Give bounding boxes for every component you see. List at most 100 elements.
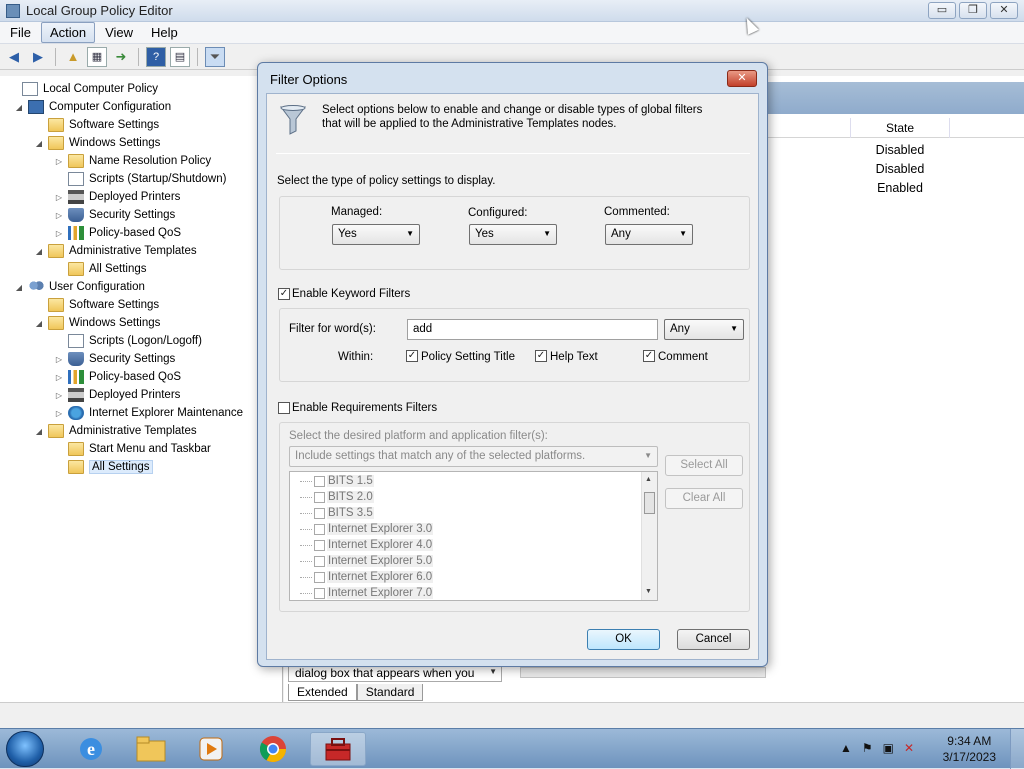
ok-button[interactable]: OK [587, 629, 660, 650]
list-item[interactable]: Internet Explorer 6.0 [300, 569, 434, 585]
collapsed-arrow-icon[interactable]: ▷ [54, 229, 64, 238]
platform-match-select[interactable]: Include settings that match any of the s… [289, 446, 658, 467]
tree-node[interactable]: Scripts (Logon/Logoff) [54, 332, 202, 350]
clear-all-button[interactable]: Clear All [665, 488, 743, 509]
show-hidden-icons-icon[interactable]: ▲ [840, 741, 852, 755]
tree-node[interactable]: ◢ Computer Configuration [14, 98, 171, 116]
filter-words-input[interactable]: add [407, 319, 658, 340]
collapsed-arrow-icon[interactable]: ▷ [54, 355, 64, 364]
start-button[interactable] [6, 731, 44, 767]
collapsed-arrow-icon[interactable]: ▷ [54, 157, 64, 166]
platform-checkbox[interactable] [314, 539, 325, 551]
list-scrollbar[interactable]: ▲ ▼ [641, 472, 657, 600]
tree-node[interactable]: ▷ Security Settings [54, 206, 175, 224]
platform-checkbox[interactable] [314, 555, 325, 567]
managed-select[interactable]: Yes ▼ [332, 224, 420, 245]
properties-icon[interactable]: ▤ [170, 46, 190, 67]
help-text-checkbox[interactable]: ✓ [535, 350, 547, 362]
tree-node[interactable]: ▷ Security Settings [54, 350, 175, 368]
tree-node[interactable]: ◢ Administrative Templates [34, 422, 197, 440]
select-all-button[interactable]: Select All [665, 455, 743, 476]
tree-node[interactable]: All Settings [54, 458, 153, 476]
tree-node[interactable]: ▷ Deployed Printers [54, 386, 180, 404]
state-column-header[interactable]: State [850, 118, 950, 138]
dialog-close-button[interactable]: ✕ [727, 70, 757, 87]
menu-file[interactable]: File [2, 23, 39, 42]
chrome-icon[interactable] [248, 732, 298, 766]
expanded-arrow-icon[interactable]: ◢ [34, 319, 44, 328]
collapsed-arrow-icon[interactable]: ▷ [54, 193, 64, 202]
list-item[interactable]: BITS 2.0 [300, 489, 374, 505]
tree-node[interactable]: ◢ Windows Settings [34, 314, 160, 332]
show-hide-tree-icon[interactable]: ▦ [87, 46, 107, 67]
action-center-flag-icon[interactable]: ⚑ [862, 741, 873, 755]
list-item[interactable]: BITS 1.5 [300, 473, 374, 489]
tree-node[interactable]: ▷ Deployed Printers [54, 188, 180, 206]
scroll-thumb[interactable] [644, 492, 655, 514]
tree-node[interactable]: ◢ User Configuration [14, 278, 145, 296]
tab-standard[interactable]: Standard [356, 684, 424, 701]
platform-list[interactable]: BITS 1.5 BITS 2.0 BITS 3.5 Internet Expl… [289, 471, 658, 601]
requirements-filter-checkbox[interactable] [278, 402, 290, 414]
tree-node[interactable]: ▷ Name Resolution Policy [54, 152, 211, 170]
collapsed-arrow-icon[interactable]: ▷ [54, 373, 64, 382]
help-icon[interactable]: ? [146, 46, 166, 67]
menu-action[interactable]: Action [40, 22, 96, 43]
commented-select[interactable]: Any ▼ [605, 224, 693, 245]
up-folder-icon[interactable]: ▲ [63, 47, 83, 67]
tree-node[interactable]: ◢ Windows Settings [34, 134, 160, 152]
file-explorer-icon[interactable] [126, 732, 176, 766]
tree-node[interactable]: Software Settings [34, 296, 159, 314]
restore-button[interactable]: ❐ [959, 2, 987, 19]
group-policy-editor-taskbar-icon[interactable] [310, 732, 366, 766]
tree-node[interactable]: ▷ Policy-based QoS [54, 224, 181, 242]
policy-tree[interactable]: Local Computer Policy ◢ Computer Configura… [0, 76, 283, 702]
expanded-arrow-icon[interactable]: ◢ [34, 247, 44, 256]
forward-arrow-icon[interactable]: ▶ [28, 47, 48, 67]
show-desktop-button[interactable] [1010, 729, 1024, 769]
configured-select[interactable]: Yes ▼ [469, 224, 557, 245]
cancel-button[interactable]: Cancel [677, 629, 750, 650]
platform-checkbox[interactable] [314, 491, 325, 503]
collapsed-arrow-icon[interactable]: ▷ [54, 409, 64, 418]
tree-node[interactable]: ▷ Internet Explorer Maintenance [54, 404, 243, 422]
list-item[interactable]: Internet Explorer 3.0 [300, 521, 434, 537]
tree-node[interactable]: ◢ Administrative Templates [34, 242, 197, 260]
network-icon[interactable]: ▣ [883, 741, 894, 755]
collapsed-arrow-icon[interactable]: ▷ [54, 211, 64, 220]
tree-node[interactable]: Start Menu and Taskbar [54, 440, 211, 458]
list-item[interactable]: Internet Explorer 7.0 [300, 585, 434, 600]
clock[interactable]: 9:34 AM 3/17/2023 [943, 733, 996, 765]
tree-node[interactable]: ▷ Policy-based QoS [54, 368, 181, 386]
internet-explorer-icon[interactable]: e [66, 732, 116, 766]
filter-icon[interactable]: ⏷ [205, 46, 225, 67]
tree-node[interactable]: Scripts (Startup/Shutdown) [54, 170, 226, 188]
collapsed-arrow-icon[interactable]: ▷ [54, 391, 64, 400]
list-item[interactable]: BITS 3.5 [300, 505, 374, 521]
export-list-icon[interactable]: ➜ [111, 47, 131, 67]
platform-checkbox[interactable] [314, 587, 325, 599]
list-item[interactable]: Internet Explorer 4.0 [300, 537, 434, 553]
platform-checkbox[interactable] [314, 571, 325, 583]
platform-checkbox[interactable] [314, 523, 325, 535]
platform-checkbox[interactable] [314, 475, 325, 487]
platform-checkbox[interactable] [314, 507, 325, 519]
scroll-down-icon[interactable]: ▼ [645, 588, 652, 595]
minimize-button[interactable]: ▭ [928, 2, 956, 19]
tree-node[interactable]: Local Computer Policy [8, 80, 158, 98]
scroll-up-icon[interactable]: ▲ [645, 476, 652, 483]
media-player-icon[interactable] [186, 732, 236, 766]
policy-title-checkbox[interactable]: ✓ [406, 350, 418, 362]
keyword-filter-checkbox[interactable]: ✓ [278, 288, 290, 300]
volume-muted-icon[interactable]: ✕ [904, 741, 914, 755]
menu-view[interactable]: View [97, 23, 141, 42]
expanded-arrow-icon[interactable]: ◢ [34, 139, 44, 148]
expanded-arrow-icon[interactable]: ◢ [14, 103, 24, 112]
tree-node[interactable]: Software Settings [34, 116, 159, 134]
expanded-arrow-icon[interactable]: ◢ [34, 427, 44, 436]
comment-checkbox[interactable]: ✓ [643, 350, 655, 362]
close-button[interactable]: ✕ [990, 2, 1018, 19]
match-type-select[interactable]: Any ▼ [664, 319, 744, 340]
list-item[interactable]: Internet Explorer 5.0 [300, 553, 434, 569]
tree-node[interactable]: All Settings [54, 260, 147, 278]
